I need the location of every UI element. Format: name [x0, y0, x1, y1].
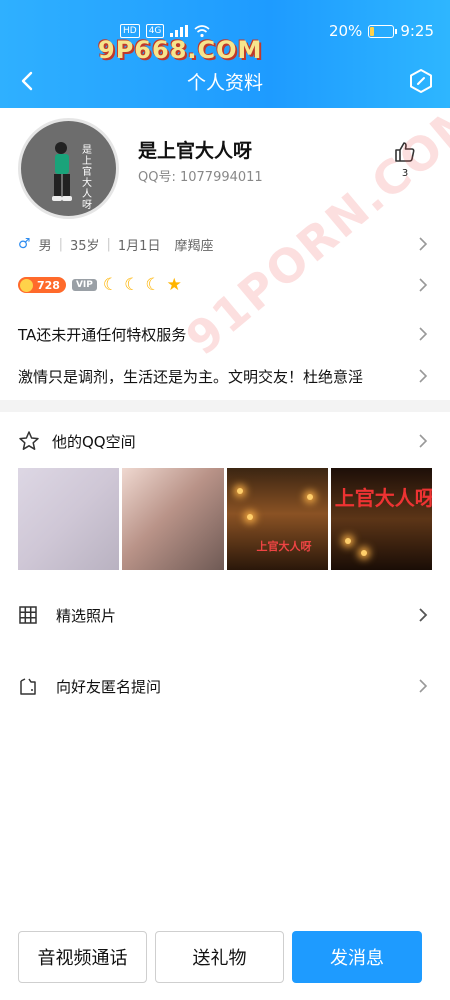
profile-name: 是上官大人呀	[138, 140, 253, 162]
signature-text: 激情只是调剂，生活还是为主。文明交友！杜绝意淫	[18, 367, 364, 386]
qzone-title: 他的QQ空间	[52, 432, 136, 451]
clock: 9:25	[400, 22, 434, 40]
coin-count: 728	[37, 278, 60, 292]
qzone-header[interactable]: 他的QQ空间	[0, 422, 450, 460]
grid-icon	[19, 606, 37, 624]
qq-number: 1077994011	[179, 170, 263, 185]
watermark-top: 9P668.COM	[98, 36, 263, 64]
basic-info-row[interactable]: ♂ 男 | 35岁 | 1月1日 摩羯座	[0, 228, 450, 260]
question-bag-icon	[20, 678, 36, 695]
section-divider	[0, 400, 450, 412]
separator: |	[58, 236, 63, 252]
chevron-right-icon	[419, 679, 428, 693]
separator: |	[106, 236, 111, 252]
privilege-text: TA还未开通任何特权服务	[18, 325, 187, 344]
coin-badge: 728	[18, 277, 66, 293]
anonymous-question-row[interactable]: 向好友匿名提问	[0, 666, 450, 706]
qq-number-row: QQ号: 1077994011	[138, 166, 263, 185]
featured-photos-label: 精选照片	[56, 606, 117, 625]
qq-label: QQ号:	[138, 170, 180, 185]
anonymous-question-label: 向好友匿名提问	[56, 677, 162, 696]
page-title: 个人资料	[186, 72, 263, 94]
header-bar: HD 4G 20% 9:25 9P668.COM 个人资料	[0, 0, 450, 108]
star-outline-icon	[19, 431, 39, 450]
lantern-icon	[306, 494, 313, 500]
chevron-right-icon	[419, 434, 428, 448]
coin-icon	[20, 278, 33, 292]
moon-icon: ☾	[124, 275, 140, 295]
chevron-right-icon	[419, 327, 428, 341]
qzone-photo[interactable]: 上官大人呀	[226, 468, 328, 570]
male-icon: ♂	[18, 236, 31, 252]
badges-row[interactable]: 728 VIP ☾ ☾ ☾ ★	[0, 268, 450, 302]
qzone-photo[interactable]	[122, 468, 224, 570]
birthday: 1月1日	[117, 238, 161, 254]
chevron-right-icon	[419, 369, 428, 383]
star-icon: ★	[166, 275, 182, 295]
zodiac: 摩羯座	[174, 238, 214, 254]
vip-badge: VIP	[71, 279, 97, 291]
bottom-action-bar: 音视频通话 送礼物 发消息	[18, 931, 422, 983]
photo-overlay-text: 上官大人呀	[256, 540, 312, 553]
chevron-right-icon	[419, 278, 428, 292]
qzone-photo[interactable]	[18, 468, 120, 570]
chevron-right-icon	[419, 237, 428, 251]
battery-percent: 20%	[328, 22, 363, 40]
lantern-icon	[360, 550, 367, 556]
send-message-button[interactable]: 发消息	[292, 931, 422, 983]
privilege-row[interactable]: TA还未开通任何特权服务	[0, 314, 450, 354]
nav-bar: 个人资料	[0, 64, 450, 98]
avatar-text: 是上官大人呀	[82, 145, 92, 211]
chevron-right-icon	[419, 608, 428, 622]
qzone-photos: 上官大人呀 上官大人呀	[18, 468, 432, 570]
settings-hexagon-icon[interactable]	[406, 66, 436, 96]
avatar-figure-icon	[52, 142, 72, 201]
photo-overlay-text: 上官大人呀	[334, 486, 432, 510]
status-right: 20% 9:25	[329, 22, 434, 40]
battery-icon	[368, 24, 398, 38]
lantern-icon	[246, 514, 253, 520]
moon-icon: ☾	[102, 275, 119, 295]
send-gift-button[interactable]: 送礼物	[155, 931, 284, 983]
avatar[interactable]: 是上官大人呀	[18, 118, 119, 219]
age: 35岁	[69, 238, 100, 254]
gender: 男	[38, 238, 52, 254]
lantern-icon	[236, 488, 243, 494]
qzone-photo[interactable]: 上官大人呀	[330, 468, 432, 570]
featured-photos-row[interactable]: 精选照片	[0, 595, 450, 635]
video-call-button[interactable]: 音视频通话	[18, 931, 147, 983]
moon-icon: ☾	[145, 275, 161, 295]
signature-row[interactable]: 激情只是调剂，生活还是为主。文明交友！杜绝意淫	[0, 356, 450, 396]
lantern-icon	[344, 538, 351, 544]
